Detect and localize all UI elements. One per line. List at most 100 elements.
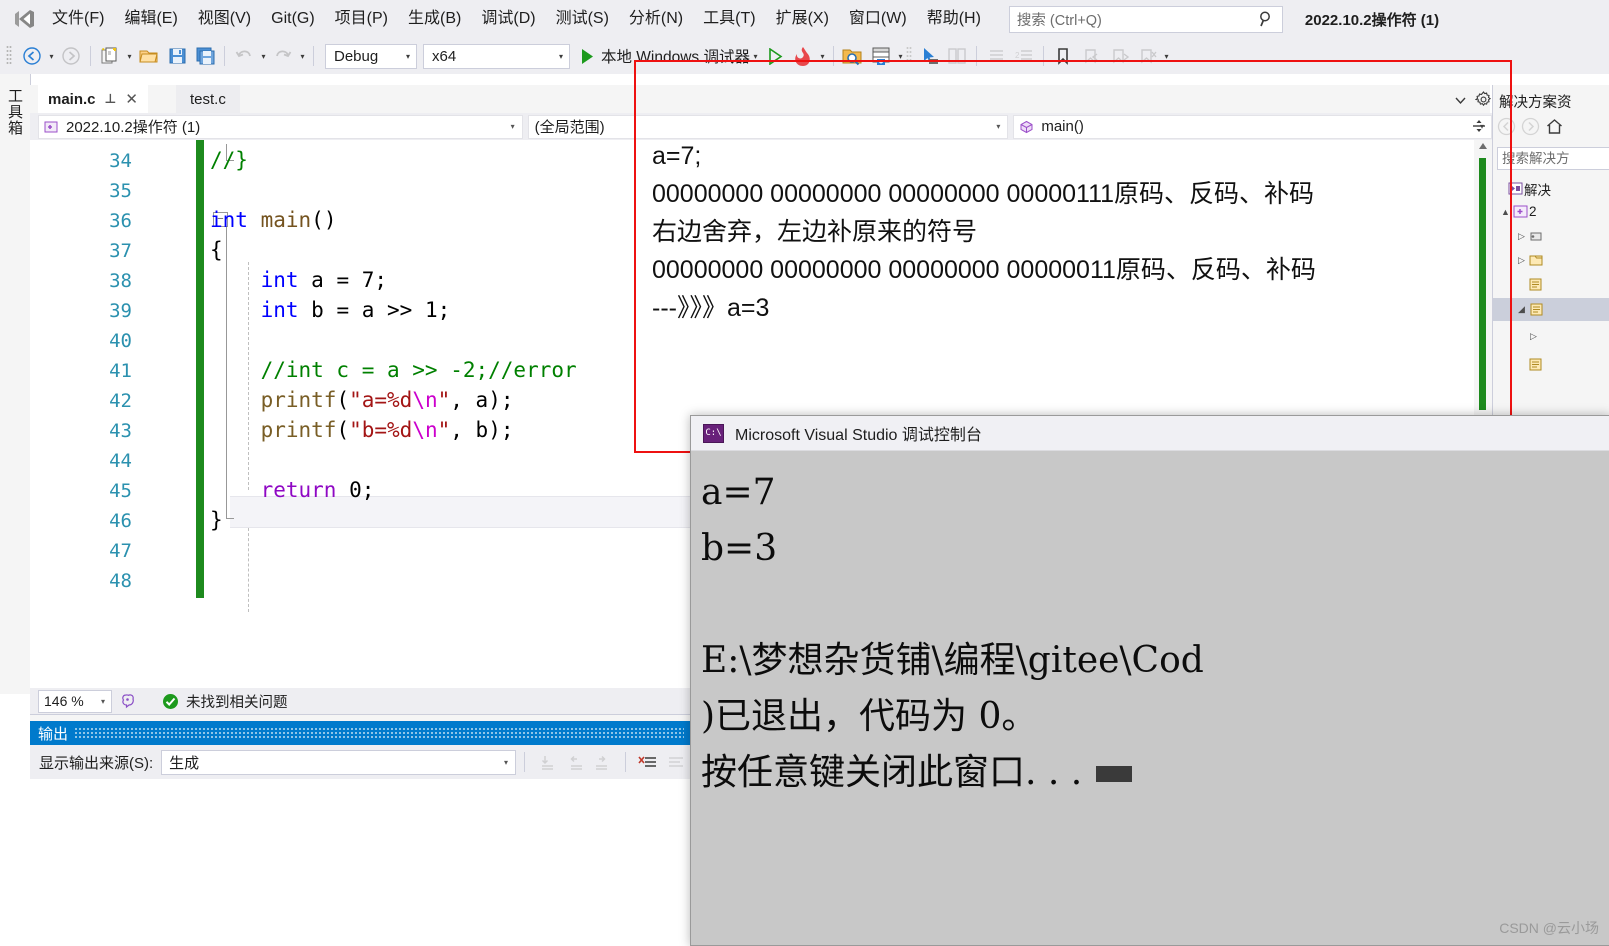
code-line-37: { (210, 238, 223, 262)
close-icon[interactable]: ✕ (125, 90, 138, 108)
scope-selector-value: (全局范围) (534, 119, 605, 136)
window-title: 2022.10.2操作符 (1) (1304, 11, 1440, 29)
tree-item-child-file[interactable]: ▷ (1493, 325, 1609, 348)
toolbar-separator (90, 46, 91, 66)
tab-test-c[interactable]: test.c (176, 85, 240, 113)
next-bookmark-icon[interactable] (1105, 43, 1133, 69)
output-panel-header[interactable]: 输出 (30, 721, 690, 745)
diagnostics-icon[interactable] (867, 43, 895, 69)
console-output-text[interactable]: a=7 b=3 E:\梦想杂货铺\编程\gitee\Cod )已退出，代码为 0… (691, 451, 1609, 945)
editor-tab-strip: main.c ⊥ ✕ test.c (30, 85, 1490, 113)
navigate-forward-button[interactable] (57, 43, 85, 69)
outdent-icon[interactable]: 2 (1010, 43, 1038, 69)
split-editor-icon[interactable] (1470, 117, 1488, 135)
menu-help[interactable]: 帮助(H) (917, 0, 991, 38)
output-source-combo[interactable]: 生成 ▾ (161, 749, 517, 775)
issue-status[interactable]: 未找到相关问题 (162, 691, 288, 712)
menu-view[interactable]: 视图(V) (188, 0, 261, 38)
toolbar-grip[interactable] (6, 44, 18, 68)
tab-overflow-chevron-icon[interactable] (1452, 92, 1468, 108)
line-number: 44 (109, 450, 132, 472)
save-all-icon[interactable] (191, 43, 219, 69)
menu-file[interactable]: 文件(F) (42, 0, 114, 38)
select-folder-search-icon[interactable] (839, 43, 867, 69)
indent-guide (248, 528, 249, 612)
menu-bar: 文件(F) 编辑(E) 视图(V) Git(G) 项目(P) 生成(B) 调试(… (0, 0, 1609, 38)
scope-selector-combo[interactable]: (全局范围) ▾ (527, 114, 1009, 139)
next-message-icon[interactable] (589, 749, 617, 775)
redo-dropdown[interactable]: ▾ (297, 43, 308, 69)
toggle-word-wrap-icon[interactable] (662, 749, 690, 775)
member-selector-combo[interactable]: main() ▾ (1013, 114, 1492, 139)
layout-icon[interactable] (943, 43, 971, 69)
intellicode-icon[interactable] (120, 692, 138, 710)
menu-git[interactable]: Git(G) (261, 0, 325, 38)
tab-main-c[interactable]: main.c ⊥ ✕ (38, 85, 148, 113)
go-to-message-icon[interactable] (533, 749, 561, 775)
save-icon[interactable] (163, 43, 191, 69)
debug-console-window[interactable]: C:\ Microsoft Visual Studio 调试控制台 a=7 b=… (690, 415, 1609, 946)
menu-test[interactable]: 测试(S) (546, 0, 619, 38)
navigate-forward-icon[interactable] (1521, 117, 1540, 136)
project-selector-combo[interactable]: 2022.10.2操作符 (1) ▾ (38, 114, 523, 139)
gear-icon[interactable] (1474, 90, 1492, 108)
output-panel-title: 输出 (38, 725, 69, 743)
redo-icon[interactable] (269, 43, 297, 69)
zoom-level-combo[interactable]: 146 % ▾ (38, 689, 112, 713)
indent-icon[interactable] (982, 43, 1010, 69)
toolbar-overflow-button[interactable]: ▾ (1161, 43, 1172, 69)
previous-bookmark-icon[interactable] (1077, 43, 1105, 69)
code-line-36: int main() (210, 208, 337, 232)
menu-window[interactable]: 窗口(W) (839, 0, 917, 38)
menu-analyze[interactable]: 分析(N) (619, 0, 693, 38)
console-line-6: 按任意键关闭此窗口. . . (701, 745, 1609, 801)
chevron-down-icon: ▾ (510, 122, 515, 131)
configuration-combo[interactable]: Debug ▾ (325, 43, 417, 69)
toolbox-panel-tab[interactable]: 工具箱 (0, 74, 31, 694)
panel-drag-handle[interactable] (74, 727, 684, 739)
undo-icon[interactable] (230, 43, 258, 69)
toolbar-grip-2[interactable] (906, 45, 915, 67)
console-title-bar[interactable]: C:\ Microsoft Visual Studio 调试控制台 (691, 416, 1609, 451)
bookmark-icon[interactable] (1049, 43, 1077, 69)
undo-dropdown[interactable]: ▾ (258, 43, 269, 69)
navigate-backward-button[interactable] (18, 43, 46, 69)
clear-all-icon[interactable] (634, 749, 662, 775)
navigate-backward-dropdown[interactable]: ▾ (46, 43, 57, 69)
menu-debug[interactable]: 调试(D) (471, 0, 545, 38)
tree-item-file-2[interactable] (1493, 353, 1609, 376)
open-file-icon[interactable] (135, 43, 163, 69)
pin-icon[interactable]: ⊥ (105, 91, 117, 107)
start-without-debugging-icon[interactable] (761, 43, 789, 69)
change-indicator-bar (196, 140, 204, 598)
expander-icon[interactable]: ▷ (1527, 331, 1540, 342)
previous-message-icon[interactable] (561, 749, 589, 775)
solution-explorer-nav (1497, 117, 1564, 136)
hot-reload-dropdown[interactable]: ▾ (817, 43, 828, 69)
output-text-area[interactable] (30, 779, 690, 945)
start-debugging-dropdown[interactable]: ▾ (750, 43, 761, 69)
menu-tools[interactable]: 工具(T) (693, 0, 765, 38)
menu-edit[interactable]: 编辑(E) (114, 0, 187, 38)
search-input[interactable]: 搜索 (Ctrl+Q) (1008, 5, 1283, 33)
diagnostics-dropdown[interactable]: ▾ (895, 43, 906, 69)
start-debugging-button[interactable]: 本地 Windows 调试器 (580, 45, 750, 67)
clear-bookmarks-icon[interactable] (1133, 43, 1161, 69)
select-element-icon[interactable] (915, 43, 943, 69)
solution-explorer-title: 解决方案资 (1499, 95, 1572, 111)
line-number: 37 (109, 240, 132, 262)
navigate-backward-icon[interactable] (1497, 117, 1516, 136)
home-icon[interactable] (1545, 117, 1564, 136)
project-icon (43, 118, 60, 135)
annotation-text: a=7; 00000000 00000000 00000000 00000111… (652, 137, 1609, 327)
code-line-42: printf("a=%d\n", a); (260, 388, 514, 412)
menu-project[interactable]: 项目(P) (325, 0, 398, 38)
menu-extensions[interactable]: 扩展(X) (766, 0, 839, 38)
line-number: 47 (109, 540, 132, 562)
new-project-icon[interactable] (96, 43, 124, 69)
console-line-4: E:\梦想杂货铺\编程\gitee\Cod (701, 640, 1204, 681)
new-project-dropdown[interactable]: ▾ (124, 43, 135, 69)
platform-combo[interactable]: x64 ▾ (423, 43, 570, 69)
menu-build[interactable]: 生成(B) (398, 0, 471, 38)
hot-reload-icon[interactable] (789, 43, 817, 69)
